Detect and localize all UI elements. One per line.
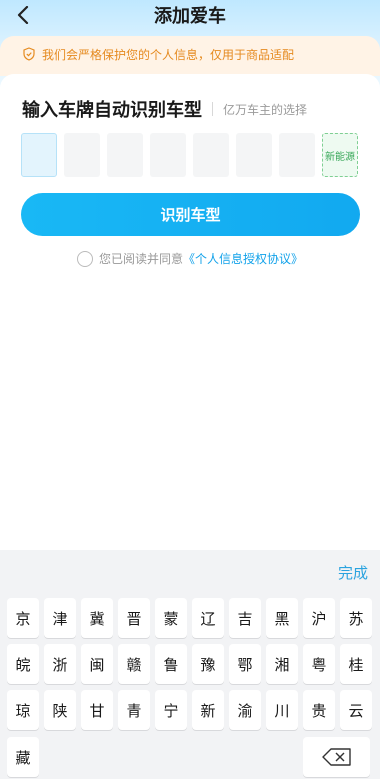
plate-char-7[interactable] [279, 133, 315, 177]
plate-char-3[interactable] [107, 133, 143, 177]
keyboard-key[interactable]: 新 [192, 690, 224, 730]
keyboard-key[interactable]: 粤 [303, 644, 335, 684]
privacy-notice: 我们会严格保护您的个人信息，仅用于商品适配 [0, 36, 380, 76]
keyboard-key[interactable]: 宁 [155, 690, 187, 730]
keyboard-key[interactable]: 蒙 [155, 598, 187, 638]
form-heading: 输入车牌自动识别车型 亿万车主的选择 [22, 96, 307, 122]
keyboard-key[interactable]: 沪 [303, 598, 335, 638]
keyboard-key[interactable]: 冀 [81, 598, 113, 638]
keyboard-key[interactable]: 藏 [7, 737, 39, 777]
keyboard-key[interactable]: 皖 [7, 644, 39, 684]
keyboard-key[interactable]: 琼 [7, 690, 39, 730]
keyboard-key[interactable]: 吉 [229, 598, 261, 638]
keyboard-key[interactable]: 桂 [340, 644, 372, 684]
keyboard-key[interactable]: 青 [118, 690, 150, 730]
keyboard-key[interactable]: 鄂 [229, 644, 261, 684]
keyboard-key[interactable]: 川 [266, 690, 298, 730]
keyboard-key[interactable]: 云 [340, 690, 372, 730]
form-subtitle: 亿万车主的选择 [223, 102, 308, 117]
plate-char-4[interactable] [150, 133, 186, 177]
plate-char-1[interactable] [21, 133, 57, 177]
form-title: 输入车牌自动识别车型 [22, 100, 202, 121]
delete-key[interactable] [303, 737, 370, 777]
keyboard-key[interactable]: 晋 [118, 598, 150, 638]
keyboard-key[interactable]: 辽 [192, 598, 224, 638]
agree-radio[interactable] [76, 250, 93, 267]
keyboard-key[interactable]: 甘 [81, 690, 113, 730]
agreement-row: 您已阅读并同意 《个人信息授权协议》 [0, 250, 380, 267]
done-button[interactable]: 完成 [338, 562, 368, 583]
keyboard-key[interactable]: 闽 [81, 644, 113, 684]
agreement-link[interactable]: 《个人信息授权协议》 [183, 250, 303, 267]
recognize-button[interactable]: 识别车型 [21, 193, 360, 236]
keyboard-key[interactable]: 贵 [303, 690, 335, 730]
agree-text: 您已阅读并同意 [98, 252, 183, 266]
keyboard-key[interactable]: 苏 [340, 598, 372, 638]
keyboard-key[interactable]: 浙 [44, 644, 76, 684]
keyboard-key[interactable]: 湘 [266, 644, 298, 684]
keyboard-key[interactable]: 渝 [229, 690, 261, 730]
keyboard-key[interactable]: 赣 [118, 644, 150, 684]
keyboard-key[interactable]: 京 [7, 598, 39, 638]
keyboard-key[interactable]: 陕 [44, 690, 76, 730]
page-title: 添加爱车 [154, 6, 226, 27]
keyboard-key[interactable]: 豫 [192, 644, 224, 684]
plate-char-6[interactable] [236, 133, 272, 177]
keyboard-key[interactable]: 鲁 [155, 644, 187, 684]
plate-char-5[interactable] [193, 133, 229, 177]
plate-number-input[interactable]: 新能源 [21, 133, 358, 177]
new-energy-slot[interactable]: 新能源 [322, 133, 358, 177]
plate-char-2[interactable] [64, 133, 100, 177]
keyboard-key[interactable]: 黑 [266, 598, 298, 638]
plate-input-card: 输入车牌自动识别车型 亿万车主的选择 新能源 识别车型 您已阅读并同意 《个人信… [0, 74, 380, 554]
shield-icon [23, 47, 35, 61]
notice-text: 我们会严格保护您的个人信息，仅用于商品适配 [42, 48, 295, 62]
plate-keyboard: 完成 京津冀晋蒙辽吉黑沪苏皖浙闽赣鲁豫鄂湘粤桂琼陕甘青宁新渝川贵云藏 [0, 550, 380, 779]
backspace-icon [321, 748, 351, 766]
heading-divider [212, 102, 213, 116]
nav-bar: 添加爱车 [0, 0, 380, 30]
keyboard-key[interactable]: 津 [44, 598, 76, 638]
